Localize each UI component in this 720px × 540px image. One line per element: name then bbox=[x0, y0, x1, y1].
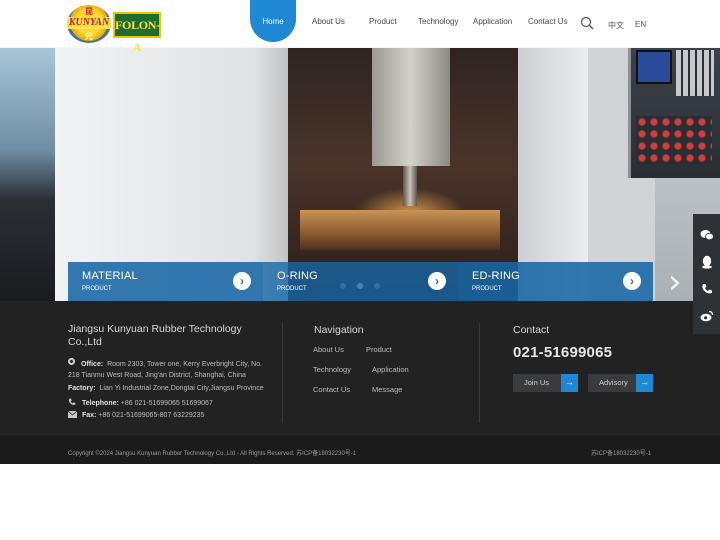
hero-spindle-tip bbox=[403, 166, 417, 206]
footer-office: Office: Room 2303, Tower one, Kerry Ever… bbox=[68, 358, 262, 368]
fax-value: +86 021-51699065-807 63229235 bbox=[98, 412, 205, 419]
wechat-icon[interactable] bbox=[693, 222, 720, 248]
search-icon[interactable] bbox=[580, 16, 594, 30]
mail-icon bbox=[67, 410, 78, 418]
slider-next-arrow[interactable]: › bbox=[668, 265, 682, 299]
arrow-right-icon: → bbox=[561, 374, 578, 392]
arrow-right-icon: → bbox=[636, 374, 653, 392]
telephone-label: Telephone: bbox=[82, 400, 119, 407]
advisory-label: Advisory bbox=[599, 378, 628, 387]
copyright-bar: Copyright ©2024 Jiangsu Kunyuan Rubber T… bbox=[0, 434, 720, 464]
join-us-label: Join Us bbox=[524, 378, 550, 387]
factory-label: Factory: bbox=[68, 385, 96, 392]
footer-fax: Fax: +86 021-51699065-807 63229235 bbox=[67, 410, 205, 419]
footer-telephone: Telephone: +86 021-51699065 51699067 bbox=[68, 398, 213, 407]
qq-icon[interactable] bbox=[693, 249, 720, 275]
footer-link-message[interactable]: Message bbox=[372, 385, 402, 394]
icp-link[interactable]: 苏ICP备18032230号-1 bbox=[591, 448, 651, 457]
logo-wordmark: KUNYAN bbox=[67, 17, 111, 29]
lang-english[interactable]: EN bbox=[635, 20, 646, 29]
footer-divider bbox=[479, 323, 480, 423]
footer-factory: Factory: Lian Yi Industrial Zone,Dongtai… bbox=[68, 385, 264, 392]
nav-home[interactable]: Home bbox=[250, 0, 296, 42]
category-ed-ring[interactable]: ED-RING PRODUCT › bbox=[458, 262, 653, 301]
footer-contact-phone: 021-51699065 bbox=[513, 344, 613, 361]
footer-link-technology[interactable]: Technology bbox=[313, 365, 351, 374]
lang-chinese[interactable]: 中文 bbox=[608, 20, 624, 31]
folon-logo-box: FOLON-A bbox=[113, 12, 161, 54]
arrow-right-icon[interactable]: › bbox=[623, 272, 641, 290]
category-material[interactable]: MATERIAL PRODUCT › bbox=[68, 262, 263, 301]
phone-icon bbox=[68, 398, 76, 405]
footer-divider bbox=[282, 323, 283, 423]
footer-office-line-2: 218 Tianmu West Road, Jing'an District, … bbox=[68, 372, 246, 379]
nav-about-us[interactable]: About Us bbox=[312, 0, 345, 42]
arrow-right-icon[interactable]: › bbox=[428, 272, 446, 290]
phone-icon[interactable] bbox=[693, 276, 720, 302]
office-label: Office: bbox=[81, 361, 104, 368]
site-header: 昆 KUNYAN 元 FOLON-A Home About Us Product… bbox=[0, 0, 720, 54]
footer-link-about-us[interactable]: About Us bbox=[313, 345, 344, 354]
logo-bottom-char: 元 bbox=[85, 31, 93, 41]
footer-link-product[interactable]: Product bbox=[366, 345, 392, 354]
footer-navigation-title: Navigation bbox=[314, 324, 364, 336]
copyright-text: Copyright ©2024 Jiangsu Kunyuan Rubber T… bbox=[68, 451, 357, 457]
footer-company-name: Jiangsu Kunyuan Rubber Technology Co.,Lt… bbox=[68, 323, 242, 348]
location-pin-icon bbox=[68, 358, 75, 367]
weibo-icon[interactable] bbox=[693, 303, 720, 329]
hero-panel-buttons bbox=[636, 116, 712, 166]
logo-top-char: 昆 bbox=[85, 6, 93, 16]
footer-link-application[interactable]: Application bbox=[372, 365, 409, 374]
nav-application[interactable]: Application bbox=[473, 0, 512, 42]
hero-panel-screen bbox=[636, 50, 672, 84]
floating-contact-bar bbox=[693, 214, 720, 334]
arrow-right-icon[interactable]: › bbox=[233, 272, 251, 290]
kunyan-logo-emblem: 昆 KUNYAN 元 bbox=[67, 5, 111, 43]
nav-technology[interactable]: Technology bbox=[418, 0, 458, 42]
nav-contact-us[interactable]: Contact Us bbox=[528, 0, 568, 42]
brand-logo[interactable]: 昆 KUNYAN 元 FOLON-A bbox=[67, 5, 161, 54]
hero-machine-table bbox=[300, 210, 500, 250]
factory-value: Lian Yi Industrial Zone,Dongtai City,Jia… bbox=[99, 385, 264, 392]
category-strip: MATERIAL PRODUCT › O-RING PRODUCT › ED-R… bbox=[68, 262, 653, 301]
hero-panel-keys bbox=[676, 50, 714, 96]
advisory-button[interactable]: Advisory → bbox=[588, 374, 653, 392]
hero-slider: MATERIAL PRODUCT › O-RING PRODUCT › ED-R… bbox=[0, 48, 720, 301]
office-value: Room 2303, Tower one, Kerry Everbright C… bbox=[107, 361, 263, 368]
join-us-button[interactable]: Join Us → bbox=[513, 374, 578, 392]
nav-product[interactable]: Product bbox=[369, 0, 397, 42]
category-o-ring[interactable]: O-RING PRODUCT › bbox=[263, 262, 458, 301]
footer-link-contact-us[interactable]: Contact Us bbox=[313, 385, 350, 394]
telephone-value: +86 021-51699065 51699067 bbox=[120, 400, 213, 407]
hero-side-image-left bbox=[0, 48, 55, 301]
fax-label: Fax: bbox=[82, 412, 97, 419]
site-footer: Jiangsu Kunyuan Rubber Technology Co.,Lt… bbox=[0, 301, 720, 434]
hero-machine-spindle bbox=[372, 48, 450, 166]
footer-contact-title: Contact bbox=[513, 324, 550, 336]
